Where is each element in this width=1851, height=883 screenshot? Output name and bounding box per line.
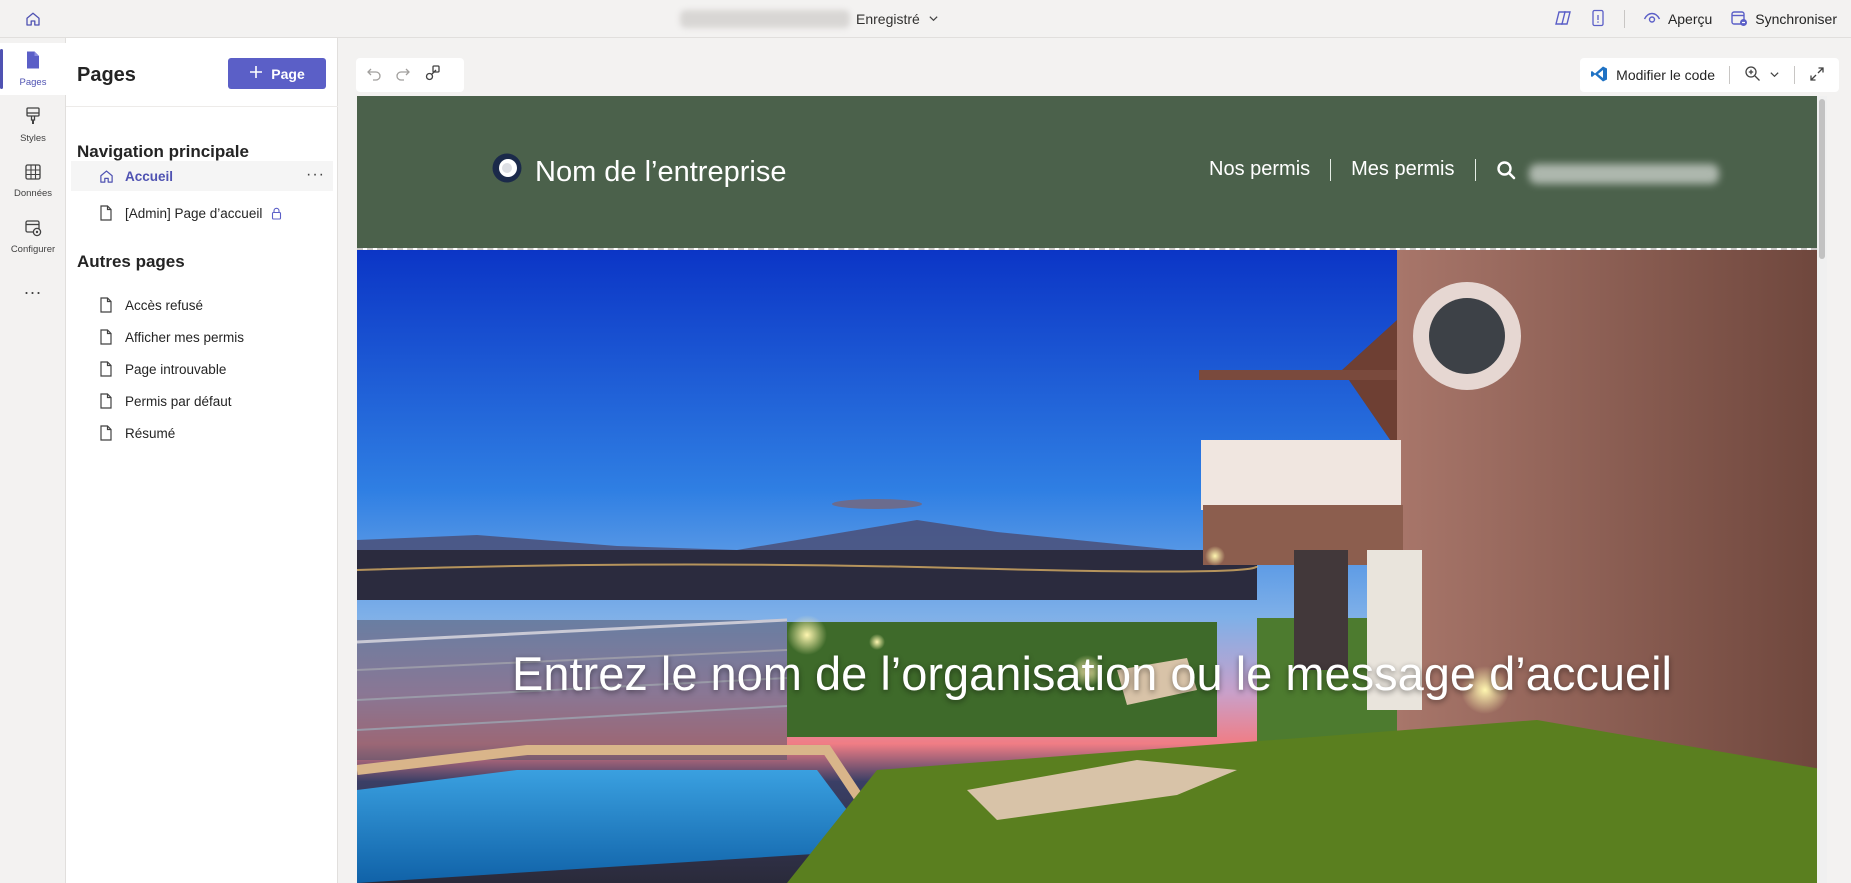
nav-link-my-permits[interactable]: Mes permis — [1331, 158, 1474, 181]
save-status-dropdown[interactable]: Enregistré — [856, 11, 939, 27]
page-item-home[interactable]: Accueil ··· — [71, 161, 333, 191]
more-options-icon[interactable]: ... — [0, 278, 66, 299]
page-item-view-my-permits[interactable]: Afficher mes permis — [71, 322, 333, 352]
page-icon — [97, 204, 115, 222]
eye-icon — [1643, 11, 1661, 28]
add-page-label: Page — [271, 65, 305, 82]
site-name-redacted — [680, 10, 850, 28]
zoom-dropdown[interactable] — [1744, 65, 1780, 85]
rail-item-pages[interactable]: Pages — [0, 43, 66, 95]
expand-icon[interactable] — [1809, 66, 1825, 85]
site-header[interactable]: Nom de l’entreprise Nos permis Mes permi… — [357, 96, 1827, 248]
top-bar: Enregistré Aperçu Synchroniser — [0, 0, 1851, 38]
divider — [1794, 66, 1795, 84]
chevron-down-icon — [928, 11, 939, 27]
page-item-admin-home[interactable]: [Admin] Page d’accueil — [71, 198, 333, 228]
rail-item-styles[interactable]: Styles — [0, 99, 66, 151]
page-icon — [97, 392, 115, 410]
lock-icon — [271, 207, 282, 220]
nav-link-our-permits[interactable]: Nos permis — [1189, 158, 1330, 181]
page-icon — [97, 424, 115, 442]
hero-image — [357, 250, 1827, 883]
page-item-label: Accueil — [125, 168, 174, 184]
page-item-not-found[interactable]: Page introuvable — [71, 354, 333, 384]
zoom-icon — [1744, 65, 1761, 85]
history-toolbar — [356, 58, 464, 92]
canvas-area: Modifier le code Nom de l’entreprise Nos… — [338, 38, 1851, 883]
panel-title: Pages — [77, 64, 136, 86]
logo-icon — [491, 152, 523, 192]
divider — [1729, 66, 1730, 84]
rail-label-styles: Styles — [20, 133, 46, 144]
page-item-label: [Admin] Page d’accueil — [125, 205, 263, 221]
page-item-summary[interactable]: Résumé — [71, 418, 333, 448]
page-icon — [97, 360, 115, 378]
site-preview[interactable]: Nom de l’entreprise Nos permis Mes permi… — [357, 96, 1827, 883]
page-icon — [24, 50, 42, 73]
page-icon — [97, 296, 115, 314]
edit-code-button[interactable]: Modifier le code — [1590, 65, 1715, 86]
chevron-down-icon — [1769, 67, 1780, 83]
vscode-icon — [1590, 65, 1608, 86]
canvas-tools: Modifier le code — [1580, 58, 1839, 92]
paint-brush-icon — [24, 106, 42, 129]
pages-panel: Pages Page Navigation principale Accueil… — [66, 38, 338, 883]
section-title-other-pages: Autres pages — [77, 252, 185, 271]
copilot-icon[interactable] — [1554, 9, 1572, 30]
section-title-main-nav: Navigation principale — [77, 142, 249, 161]
hero-title[interactable]: Entrez le nom de l’organisation ou le me… — [357, 646, 1827, 701]
scrollbar-thumb[interactable] — [1819, 99, 1825, 259]
page-item-access-denied[interactable]: Accès refusé — [71, 290, 333, 320]
divider — [1623, 10, 1625, 28]
preview-button[interactable]: Aperçu — [1643, 11, 1712, 28]
page-item-label: Permis par défaut — [125, 393, 232, 409]
undo-icon[interactable] — [366, 65, 382, 86]
divider — [66, 106, 338, 107]
user-name-redacted[interactable] — [1529, 164, 1719, 184]
site-nav: Nos permis Mes permis — [1189, 158, 1536, 181]
select-components-icon[interactable] — [424, 64, 442, 87]
redo-icon[interactable] — [395, 65, 411, 86]
site-logo: Nom de l’entreprise — [491, 152, 786, 192]
sync-icon — [1730, 9, 1748, 30]
more-options-icon[interactable]: ··· — [306, 166, 325, 184]
sync-label: Synchroniser — [1755, 11, 1837, 27]
info-panel-icon[interactable] — [1590, 9, 1606, 30]
home-icon[interactable] — [22, 8, 44, 30]
rail-item-configure[interactable]: Configurer — [0, 211, 66, 263]
settings-icon — [24, 219, 42, 240]
hero-section[interactable]: Entrez le nom de l’organisation ou le me… — [357, 250, 1827, 883]
search-icon[interactable] — [1476, 160, 1536, 180]
edit-code-label: Modifier le code — [1616, 67, 1715, 83]
sync-button[interactable]: Synchroniser — [1730, 9, 1837, 30]
page-item-default-permits[interactable]: Permis par défaut — [71, 386, 333, 416]
page-item-label: Page introuvable — [125, 361, 227, 377]
home-icon — [97, 167, 115, 185]
page-item-label: Résumé — [125, 425, 176, 441]
plus-icon — [249, 65, 263, 82]
page-item-label: Afficher mes permis — [125, 329, 245, 345]
add-page-button[interactable]: Page — [228, 58, 326, 89]
page-item-label: Accès refusé — [125, 297, 204, 313]
rail-label-configure: Configurer — [10, 244, 56, 255]
rail-label-pages: Pages — [19, 77, 47, 88]
preview-scrollbar[interactable] — [1817, 96, 1827, 883]
rail-item-data[interactable]: Données — [0, 155, 66, 207]
preview-label: Aperçu — [1667, 11, 1713, 27]
company-name: Nom de l’entreprise — [535, 155, 787, 188]
save-status-label: Enregistré — [856, 11, 920, 27]
table-icon — [24, 163, 42, 184]
left-rail: Pages Styles Données Configurer ... — [0, 38, 66, 883]
page-icon — [97, 328, 115, 346]
rail-label-data: Données — [13, 188, 53, 199]
